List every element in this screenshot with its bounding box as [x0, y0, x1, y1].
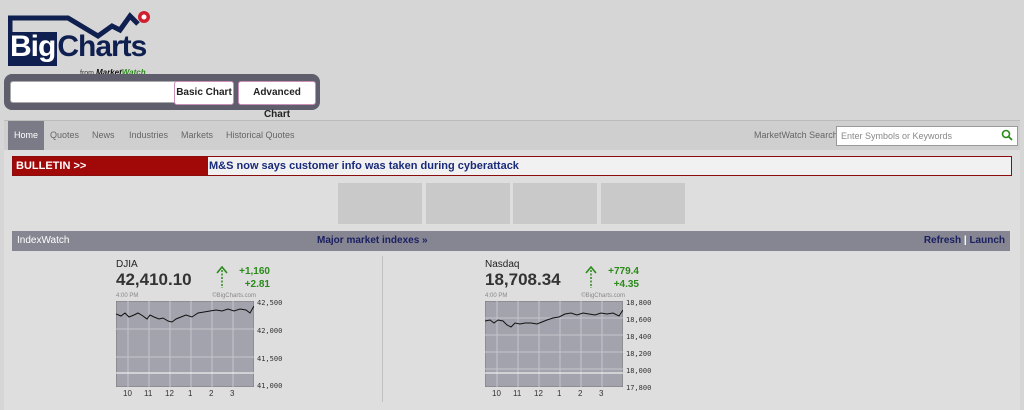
- marketwatch-search-input[interactable]: Enter Symbols or Keywords: [836, 126, 1018, 146]
- logo-big-text: Big: [8, 32, 58, 66]
- y-tick-label: 41,500: [257, 355, 283, 363]
- chart-search-panel: Basic Chart Advanced Chart: [4, 74, 320, 120]
- up-arrow-icon: [216, 266, 228, 288]
- y-tick-label: 18,600: [626, 316, 652, 324]
- x-tick-label: 10: [123, 389, 132, 398]
- nav-quotes[interactable]: Quotes: [44, 121, 85, 151]
- search-icon[interactable]: [1001, 129, 1013, 141]
- nav-news[interactable]: News: [86, 121, 121, 151]
- x-tick-label: 1: [557, 389, 562, 398]
- ad-slot[interactable]: [338, 183, 422, 224]
- index-divider: [382, 256, 383, 402]
- x-tick-label: 3: [230, 389, 235, 398]
- up-arrow-icon: [585, 266, 597, 288]
- chart-time: 4:00 PM: [116, 293, 139, 299]
- index-change-pct: +2.81: [244, 279, 270, 290]
- index-value: 18,708.34: [485, 270, 561, 289]
- x-tick-label: 3: [599, 389, 604, 398]
- bigcharts-logo[interactable]: BigCharts from MarketWatch: [8, 8, 158, 77]
- main-nav: Home Quotes News Industries Markets Hist…: [4, 120, 1020, 151]
- y-tick-label: 42,000: [257, 327, 283, 335]
- index-value: 42,410.10: [116, 270, 192, 289]
- chart-source: ©BigCharts.com: [581, 293, 625, 299]
- index-widget-nasdaq[interactable]: Nasdaq 18,708.34 +779.4 +4.35 4:00 PM ©B…: [485, 258, 685, 410]
- x-tick-label: 10: [492, 389, 501, 398]
- indexwatch-header: IndexWatch Major market indexes » Refres…: [12, 231, 1010, 251]
- y-tick-label: 41,000: [257, 382, 283, 390]
- x-tick-label: 12: [534, 389, 543, 398]
- refresh-link[interactable]: Refresh: [924, 235, 961, 246]
- ad-slot[interactable]: [601, 183, 685, 224]
- index-name: DJIA: [116, 259, 138, 270]
- y-tick-label: 42,500: [257, 299, 283, 307]
- launch-link[interactable]: Launch: [969, 235, 1005, 246]
- ad-slot[interactable]: [426, 183, 510, 224]
- x-tick-label: 2: [578, 389, 583, 398]
- x-tick-label: 11: [144, 389, 153, 398]
- marketwatch-search-label: MarketWatch Search: [754, 130, 838, 140]
- y-tick-label: 18,800: [626, 299, 652, 307]
- index-widget-djia[interactable]: DJIA 42,410.10 +1,160 +2.81 4:00 PM ©Big…: [116, 258, 316, 410]
- major-market-indexes-link[interactable]: Major market indexes »: [317, 235, 428, 246]
- y-tick-label: 18,000: [626, 367, 652, 375]
- marketwatch-search-placeholder: Enter Symbols or Keywords: [841, 131, 953, 141]
- bulletin-bar: BULLETIN >> M&S now says customer info w…: [12, 156, 1012, 176]
- index-change-pct: +4.35: [613, 279, 639, 290]
- nav-historical-quotes[interactable]: Historical Quotes: [220, 121, 301, 151]
- x-tick-label: 12: [165, 389, 174, 398]
- y-tick-label: 18,400: [626, 333, 652, 341]
- chart-time: 4:00 PM: [485, 293, 508, 299]
- basic-chart-button[interactable]: Basic Chart: [174, 81, 234, 105]
- indexwatch-title: IndexWatch: [17, 235, 70, 246]
- x-tick-label: 11: [513, 389, 522, 398]
- chart-source: ©BigCharts.com: [212, 293, 256, 299]
- y-tick-label: 18,200: [626, 350, 652, 358]
- index-change: +1,160: [239, 266, 270, 277]
- main-content: BULLETIN >> M&S now says customer info w…: [4, 150, 1020, 410]
- y-tick-label: 17,800: [626, 384, 652, 392]
- nasdaq-intraday-chart[interactable]: [485, 301, 623, 387]
- djia-intraday-chart[interactable]: [116, 301, 254, 387]
- x-tick-label: 2: [209, 389, 214, 398]
- bulletin-headline[interactable]: M&S now says customer info was taken dur…: [209, 157, 519, 175]
- symbol-input[interactable]: [10, 81, 178, 103]
- logo-charts-text: Charts: [57, 30, 147, 63]
- x-tick-label: 1: [188, 389, 193, 398]
- ad-slot[interactable]: [513, 183, 597, 224]
- link-separator: |: [963, 235, 967, 246]
- advanced-chart-button[interactable]: Advanced Chart: [238, 81, 316, 120]
- nav-home[interactable]: Home: [8, 121, 45, 151]
- index-change: +779.4: [608, 266, 639, 277]
- bulletin-label: BULLETIN >>: [13, 157, 208, 175]
- index-name: Nasdaq: [485, 259, 520, 270]
- nav-industries[interactable]: Industries: [123, 121, 174, 151]
- nav-markets[interactable]: Markets: [175, 121, 219, 151]
